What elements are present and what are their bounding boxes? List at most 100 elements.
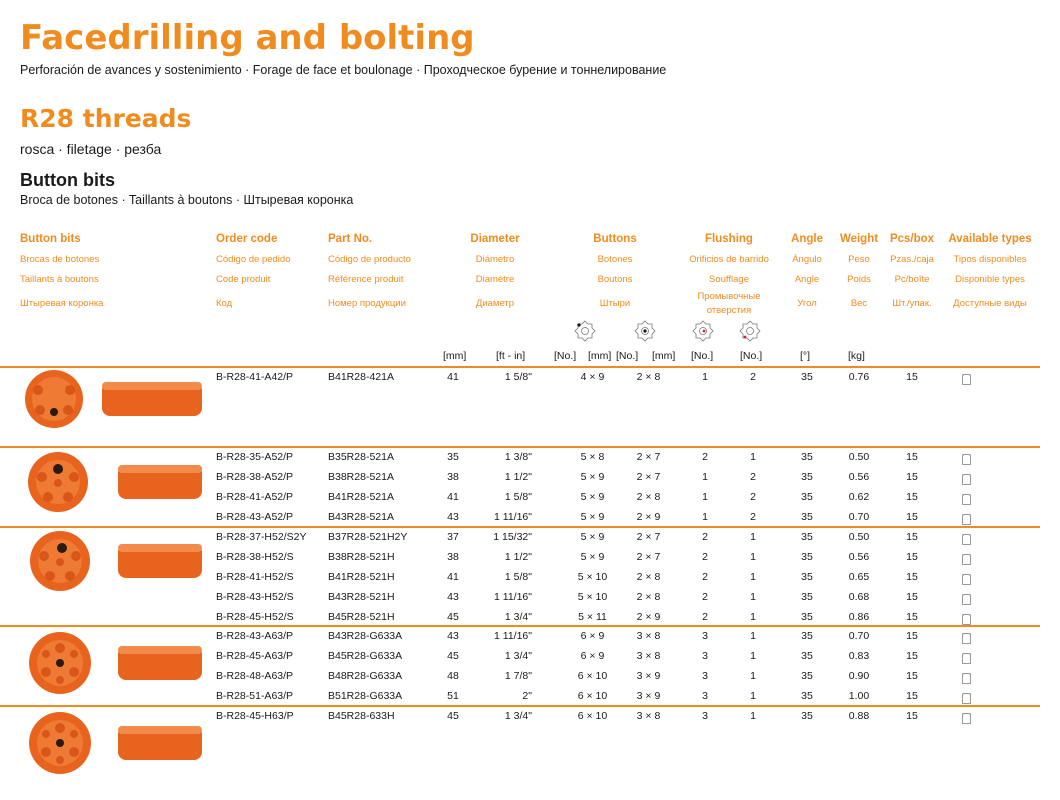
cell-part: B43R28-521H [328,591,395,603]
cell-f2: 1 [750,670,756,682]
cell-ang: 35 [801,690,813,702]
cell-w: 0.88 [848,710,870,722]
cell-ang: 35 [801,511,813,523]
cell-ft: 1 5/8" [504,371,532,383]
header-translation: Taillants à boutons [20,274,99,285]
cell-mm: 38 [447,471,459,483]
cell-ft: 1 3/4" [504,611,532,623]
unit-buttons-mm: [mm] [588,350,612,362]
cell-order: B-R28-41-A52/P [216,491,294,503]
header-translation: Brocas de botones [20,254,100,265]
table-row: B-R28-48-A63/P B48R28-G633A 48 1 7/8" 6 × 10… [0,667,1040,687]
header-translation: Código de pedido [216,254,291,265]
cell-mm: 41 [447,491,459,503]
cell-w: 0.70 [848,511,870,523]
header-translation: Код [216,298,233,309]
cell-w: 0.50 [848,451,870,463]
header-label: Buttons [593,233,637,245]
header-translation: Штыри [599,298,631,309]
header-translation: Диаметр [475,298,515,309]
available-type-icon [962,633,971,644]
cell-part: B37R28-521H2Y [328,531,408,543]
cell-part: B48R28-G633A [328,670,403,682]
cell-order: B-R28-45-H52/S [216,611,294,623]
header-translation: Código de producto [328,254,411,265]
cell-b2: 2 × 9 [636,611,661,623]
flushing-hole-icon [692,320,714,342]
cell-ang: 35 [801,471,813,483]
cell-f1: 1 [702,511,708,523]
table-row: B-R28-41-A42/P B41R28-421A 41 1 5/8" 4 × 92 … [0,368,1040,388]
cell-ang: 35 [801,371,813,383]
unit-flushing-no: [No.] [740,350,763,362]
unit-buttons-mm: [mm] [652,350,676,362]
cell-part: B41R28-521H [328,571,395,583]
cell-w: 0.86 [848,611,870,623]
cell-ft: 1 15/32" [493,531,532,543]
cell-f1: 2 [702,571,708,583]
header-label: Part No. [328,233,373,245]
cell-pcs: 15 [906,611,918,623]
available-type-icon [962,653,971,664]
button-layout-icon [574,320,596,342]
cell-part: B43R28-G633A [328,630,403,642]
cell-pcs: 15 [906,451,918,463]
header-translation: Soufflage [709,274,749,285]
available-type-icon [962,713,971,724]
cell-f1: 2 [702,531,708,543]
header-translation: Diamètre [475,274,515,285]
cell-part: B43R28-521A [328,511,394,523]
cell-ang: 35 [801,670,813,682]
cell-f1: 2 [702,611,708,623]
cell-f2: 2 [750,471,756,483]
cell-mm: 45 [447,650,459,662]
header-translation: Угол [797,298,817,309]
cell-order: B-R28-48-A63/P [216,670,294,682]
cell-part: B41R28-521A [328,491,394,503]
table-row: B-R28-45-H63/P B45R28-633H 45 1 3/4" 6 × 10 3… [0,707,1040,727]
cell-mm: 51 [447,690,459,702]
cell-w: 0.56 [848,471,870,483]
cell-order: B-R28-41-A42/P [216,371,294,383]
table-row: B-R28-43-H52/S B43R28-521H 43 1 11/16" 5 × 1… [0,588,1040,608]
unit-kg: [kg] [848,350,865,362]
cell-ft: 1 1/2" [504,551,532,563]
cell-f1: 3 [702,650,708,662]
cell-ft: 1 5/8" [504,491,532,503]
cell-w: 0.68 [848,591,870,603]
cell-f2: 1 [750,690,756,702]
cell-b2: 2 × 7 [636,451,661,463]
cell-w: 0.76 [848,371,870,383]
cell-f2: 1 [750,591,756,603]
cell-f1: 3 [702,710,708,722]
cell-mm: 45 [447,710,459,722]
cell-order: B-R28-35-A52/P [216,451,294,463]
cell-b2: 3 × 9 [636,670,661,682]
cell-f1: 2 [702,451,708,463]
table-row: B-R28-41-A52/P B41R28-521A 41 1 5/8" 5 × 92 … [0,488,1040,508]
cell-part: B51R28-G633A [328,690,403,702]
table-row: B-R28-37-H52/S2Y B37R28-521H2Y 37 1 15/32" 5… [0,528,1040,548]
available-type-icon [962,514,971,525]
cell-f2: 1 [750,551,756,563]
cell-ft: 1 3/4" [504,650,532,662]
cell-pcs: 15 [906,551,918,563]
cell-f2: 1 [750,571,756,583]
cell-f1: 2 [702,591,708,603]
cell-pcs: 15 [906,571,918,583]
cell-part: B45R28-633H [328,710,395,722]
header-translation: Номер продукции [328,298,406,309]
available-type-icon [962,454,971,465]
cell-w: 0.50 [848,531,870,543]
header-label: Weight [839,233,879,245]
cell-mm: 41 [447,571,459,583]
header-translation: Штыревая коронка [20,298,104,309]
cell-pcs: 15 [906,650,918,662]
cell-pcs: 15 [906,371,918,383]
cell-b2: 2 × 8 [636,571,661,583]
cell-ang: 35 [801,650,813,662]
cell-ft: 1 11/16" [494,630,532,642]
cell-pcs: 15 [906,511,918,523]
cell-part: B41R28-421A [328,371,394,383]
table-row: B-R28-35-A52/P B35R28-521A 35 1 3/8" 5 × 82 … [0,448,1040,468]
